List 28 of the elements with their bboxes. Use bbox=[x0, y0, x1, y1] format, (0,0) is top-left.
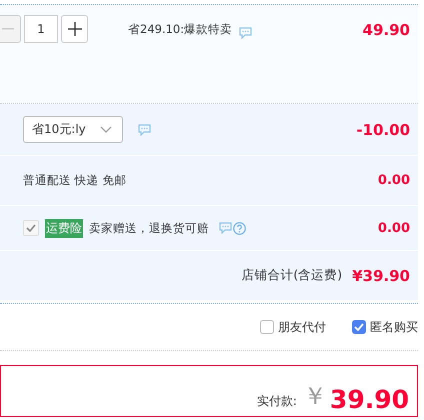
insurance-text: 卖家赠送，退换货可赔 bbox=[89, 220, 209, 236]
currency-symbol: ￥ bbox=[302, 381, 327, 412]
comment-icon[interactable] bbox=[138, 124, 151, 136]
help-icon[interactable] bbox=[233, 222, 246, 234]
increase-button[interactable] bbox=[61, 15, 88, 43]
minus-icon bbox=[2, 28, 14, 30]
check-icon bbox=[354, 323, 364, 331]
check-icon bbox=[26, 224, 36, 232]
shipping-method: 普通配送 快递 免邮 bbox=[23, 173, 126, 188]
option-checkbox[interactable]: 匿名购买 bbox=[352, 318, 418, 336]
store-total-amount: ¥39.90 bbox=[352, 266, 410, 284]
coupon-amount: -10.00 bbox=[356, 120, 410, 138]
coupon-dropdown[interactable]: 省10元:ly bbox=[23, 116, 123, 143]
quantity-field[interactable]: 1 bbox=[24, 15, 58, 43]
chevron-down-icon bbox=[100, 126, 112, 133]
plus-icon bbox=[68, 22, 82, 36]
promotion-text: 省249.10:爆款特卖 bbox=[128, 22, 232, 37]
store-total-label: 店铺合计(含运费) bbox=[241, 267, 342, 284]
payment-amount: 39.90 bbox=[330, 387, 409, 412]
coupon-value: 省10元:ly bbox=[32, 121, 86, 138]
comment-icon[interactable] bbox=[239, 27, 252, 39]
option-checkbox[interactable]: 朋友代付 bbox=[260, 318, 326, 336]
insurance-amount: 0.00 bbox=[378, 220, 410, 236]
comment-icon[interactable] bbox=[219, 222, 232, 234]
shipping-amount: 0.00 bbox=[378, 173, 410, 188]
payment-label: 实付款: bbox=[256, 393, 297, 410]
insurance-tag: 运费险 bbox=[45, 218, 83, 238]
item-price: 49.90 bbox=[362, 21, 410, 39]
